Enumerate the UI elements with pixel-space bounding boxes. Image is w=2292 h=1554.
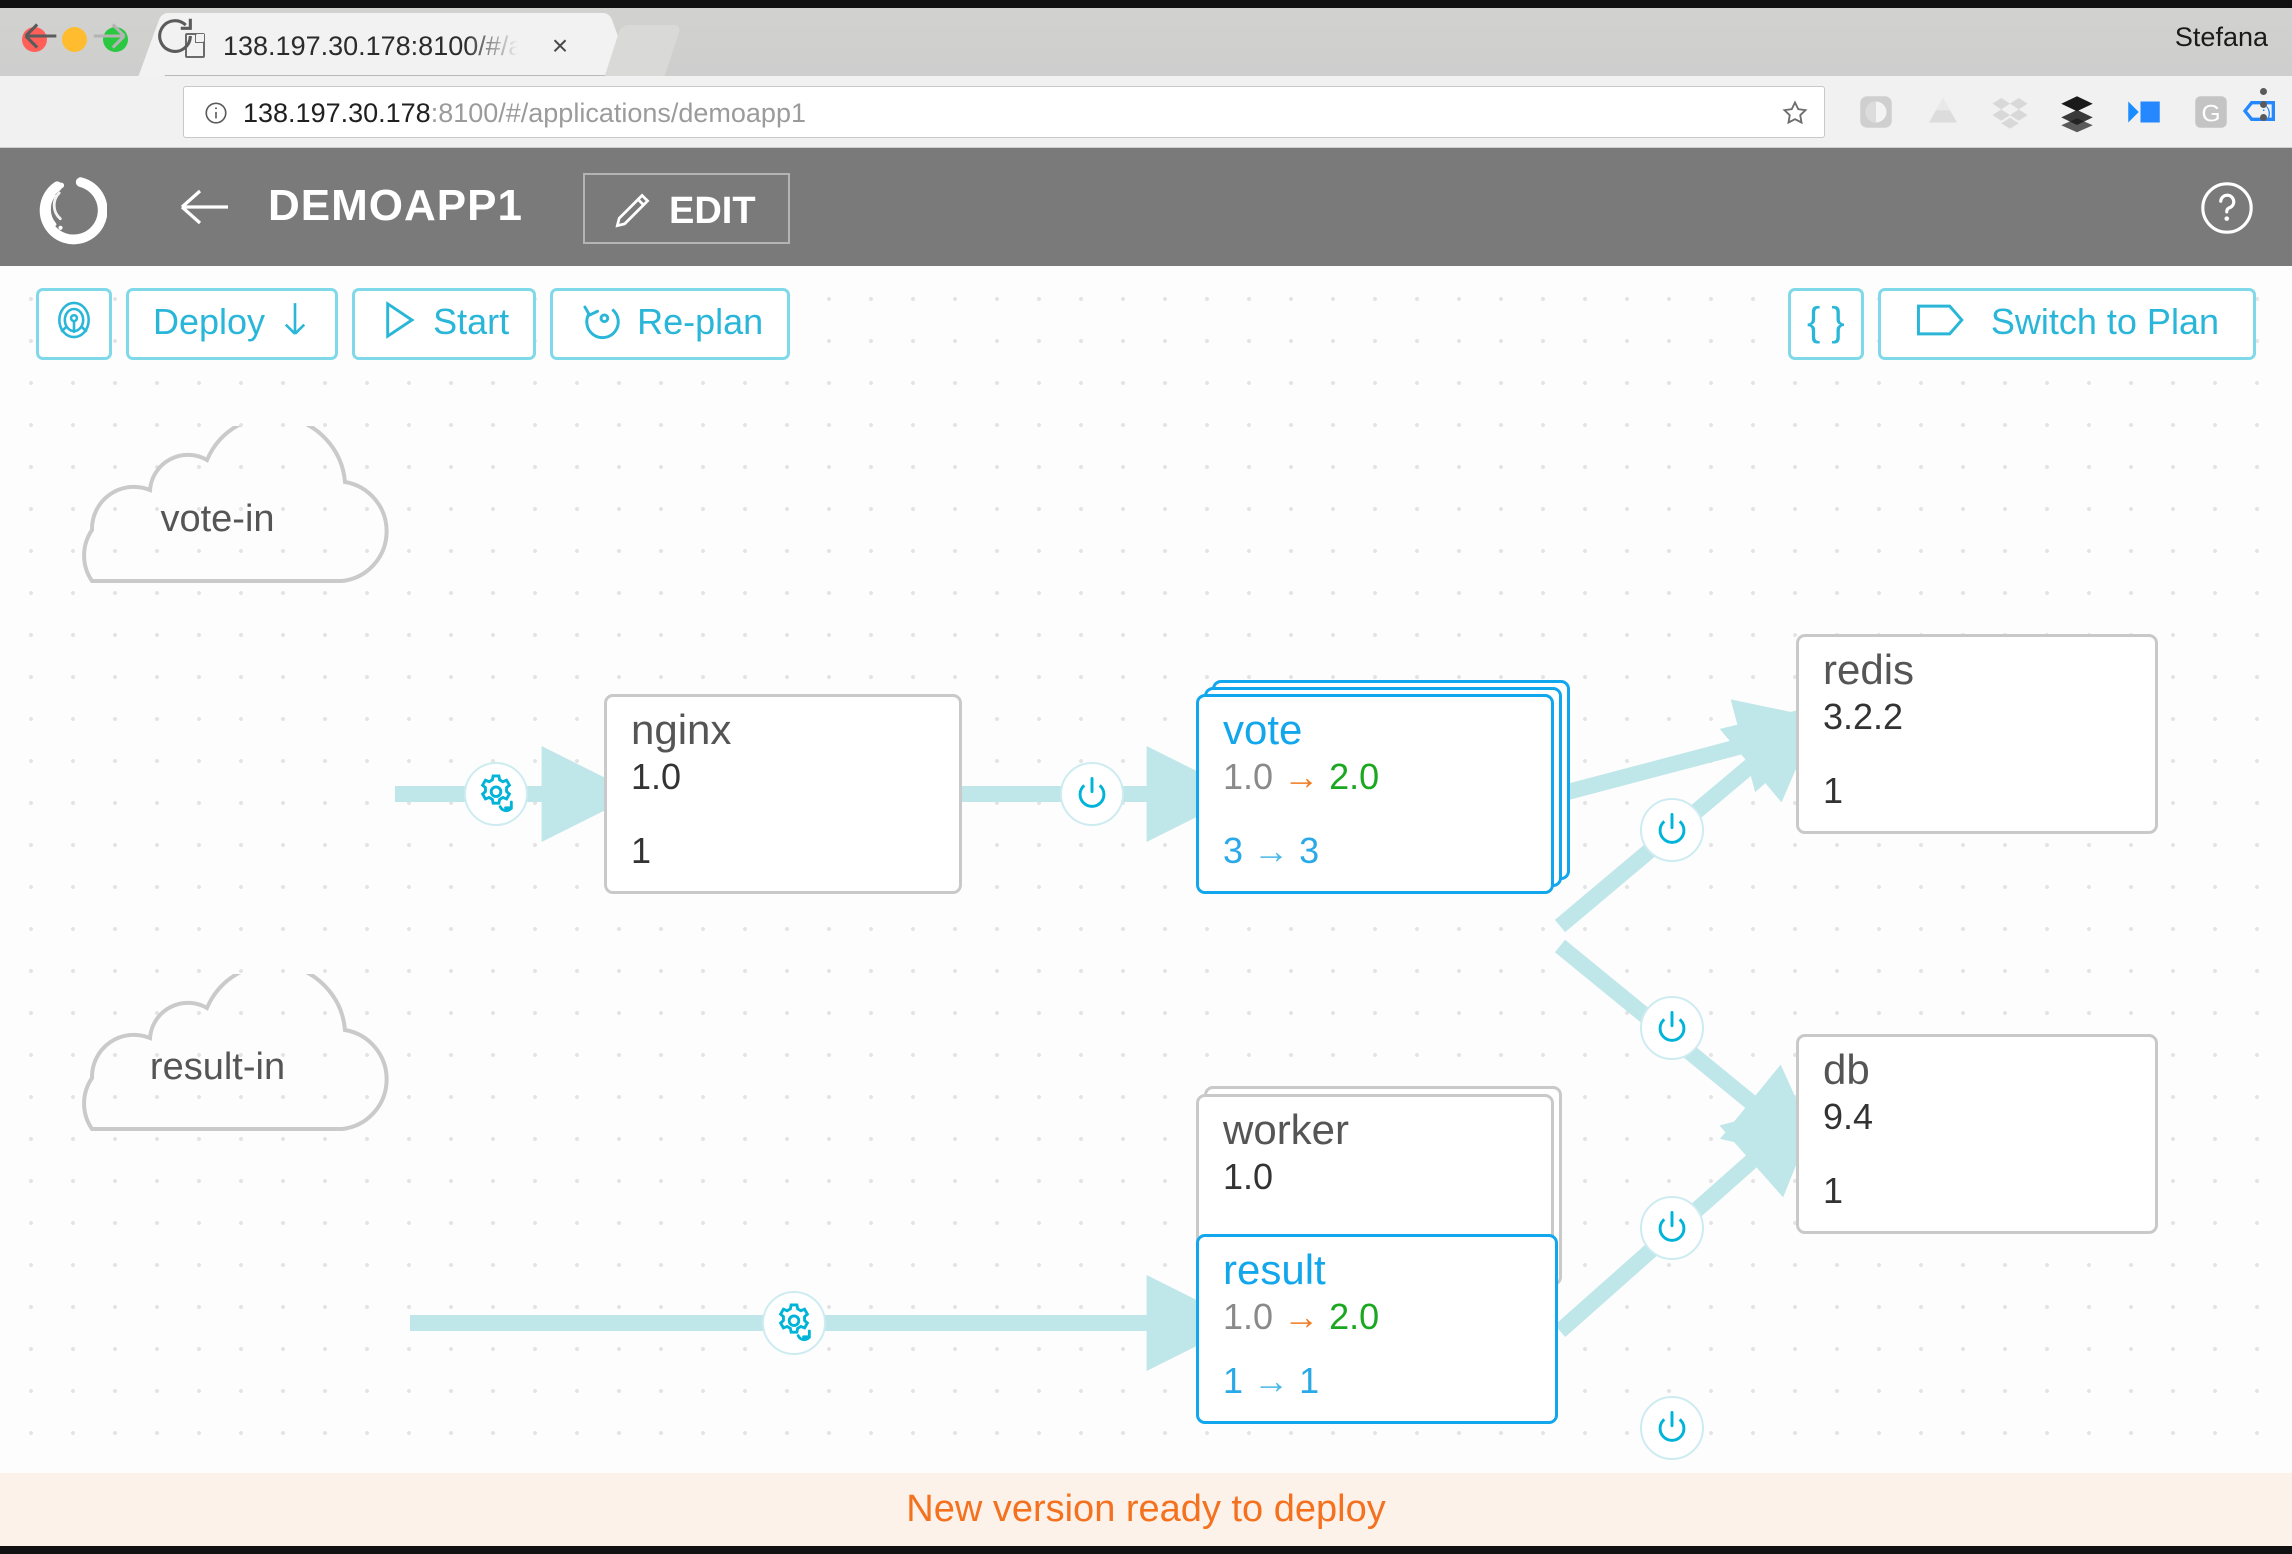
- edge-power-icon-worker-db[interactable]: [1640, 1196, 1704, 1260]
- grammarly-extension-icon[interactable]: G: [2190, 91, 2232, 133]
- node-count-old: 3: [1223, 830, 1243, 871]
- node-instance-count-change: 1 → 1: [1223, 1363, 1319, 1399]
- node-version-change: 1.0 → 2.0: [1223, 759, 1379, 795]
- reload-icon[interactable]: [152, 13, 198, 59]
- tab-title: 138.197.30.178:8100/#/appli: [223, 30, 518, 62]
- node-name: worker: [1223, 1109, 1349, 1151]
- node-name: result: [1223, 1249, 1326, 1291]
- bookmark-star-icon[interactable]: [1780, 98, 1810, 128]
- node-name: vote: [1223, 709, 1302, 751]
- back-arrow[interactable]: [176, 182, 232, 232]
- application-canvas: Deploy Start Re-p: [0, 266, 2292, 1493]
- node-instance-count: 1: [631, 833, 651, 869]
- node-version: 1.0: [631, 759, 681, 795]
- node-instance-count-change: 3 → 3: [1223, 833, 1319, 869]
- node-nginx[interactable]: nginx 1.0 1: [604, 694, 962, 894]
- node-count-new: 3: [1299, 830, 1319, 871]
- dropbox-extension-icon[interactable]: [1989, 91, 2031, 133]
- app-logo[interactable]: [32, 170, 107, 245]
- google-drive-extension-icon[interactable]: [1922, 91, 1964, 133]
- node-vote[interactable]: vote 1.0 → 2.0 3 → 3: [1196, 694, 1554, 894]
- node-version-new: 2.0: [1329, 1296, 1379, 1337]
- node-version: 9.4: [1823, 1099, 1873, 1135]
- window-bottom-strip: [0, 1546, 2292, 1554]
- pencil-icon: [610, 189, 654, 233]
- url-path: :8100/#/applications/demoapp1: [431, 98, 806, 128]
- page-title: DEMOAPP1: [268, 181, 523, 231]
- pocket-extension-icon[interactable]: [1855, 91, 1897, 133]
- count-arrow-icon: →: [1253, 830, 1289, 871]
- svg-text:G: G: [2201, 101, 2220, 128]
- node-count-new: 1: [1299, 1360, 1319, 1401]
- edge-power-icon-worker-redis[interactable]: [1640, 996, 1704, 1060]
- edge-power-icon-result-db[interactable]: [1640, 1396, 1704, 1460]
- forward-navigation-icon[interactable]: [86, 13, 132, 59]
- node-version: 1.0: [1223, 1159, 1273, 1195]
- edge-power-icon-nginx-vote[interactable]: [1060, 762, 1124, 826]
- back-navigation-icon[interactable]: [18, 13, 64, 59]
- browser-tab-bar: 138.197.30.178:8100/#/appli × Stefana: [0, 0, 2292, 76]
- minimize-window-button[interactable]: [62, 27, 87, 52]
- node-result[interactable]: result 1.0 → 2.0 1 → 1: [1196, 1234, 1558, 1424]
- browser-window: 138.197.30.178:8100/#/appli × Stefana 13…: [0, 0, 2292, 1554]
- node-name: redis: [1823, 649, 1914, 691]
- version-arrow-icon: →: [1283, 1296, 1319, 1337]
- tab-close-icon[interactable]: ×: [545, 31, 575, 61]
- browser-tab[interactable]: 138.197.30.178:8100/#/appli ×: [163, 13, 608, 76]
- edit-button-label: EDIT: [669, 190, 756, 233]
- profile-name[interactable]: Stefana: [2175, 22, 2268, 53]
- node-instance-count: 1: [1823, 1173, 1843, 1209]
- edge-power-icon-vote-redis[interactable]: [1640, 798, 1704, 862]
- buffer-extension-icon[interactable]: [2056, 91, 2098, 133]
- count-arrow-icon: →: [1253, 1360, 1289, 1401]
- version-arrow-icon: →: [1283, 756, 1319, 797]
- cloud-result-in[interactable]: result-in: [40, 974, 395, 1134]
- node-name: db: [1823, 1049, 1870, 1091]
- browser-menu-icon[interactable]: [2248, 88, 2278, 134]
- node-db[interactable]: db 9.4 1: [1796, 1034, 2158, 1234]
- node-name: nginx: [631, 709, 731, 751]
- status-banner-text: New version ready to deploy: [906, 1488, 1385, 1531]
- edit-button[interactable]: EDIT: [583, 173, 790, 244]
- site-info-icon[interactable]: [203, 100, 229, 126]
- cloud-label: vote-in: [40, 498, 395, 541]
- node-version-old: 1.0: [1223, 756, 1273, 797]
- node-version-new: 2.0: [1329, 756, 1379, 797]
- node-version-change: 1.0 → 2.0: [1223, 1299, 1379, 1335]
- video-extension-icon[interactable]: [2123, 91, 2165, 133]
- cloud-vote-in[interactable]: vote-in: [40, 426, 395, 586]
- node-count-old: 1: [1223, 1360, 1243, 1401]
- node-version-old: 1.0: [1223, 1296, 1273, 1337]
- edge-config-icon-result-in-result[interactable]: [762, 1291, 826, 1355]
- help-icon[interactable]: [2198, 179, 2256, 237]
- status-banner: New version ready to deploy: [0, 1473, 2292, 1546]
- node-version: 3.2.2: [1823, 699, 1903, 735]
- node-redis[interactable]: redis 3.2.2 1: [1796, 634, 2158, 834]
- edge-config-icon-vote-in-nginx[interactable]: [464, 762, 528, 826]
- url-host: 138.197.30.178: [243, 98, 431, 128]
- window-top-strip: [0, 0, 2292, 8]
- cloud-label: result-in: [40, 1046, 395, 1089]
- node-instance-count: 1: [1823, 773, 1843, 809]
- address-bar-text: 138.197.30.178:8100/#/applications/demoa…: [243, 95, 806, 131]
- app-header: DEMOAPP1 EDIT: [0, 148, 2292, 266]
- address-bar[interactable]: 138.197.30.178:8100/#/applications/demoa…: [183, 86, 1825, 138]
